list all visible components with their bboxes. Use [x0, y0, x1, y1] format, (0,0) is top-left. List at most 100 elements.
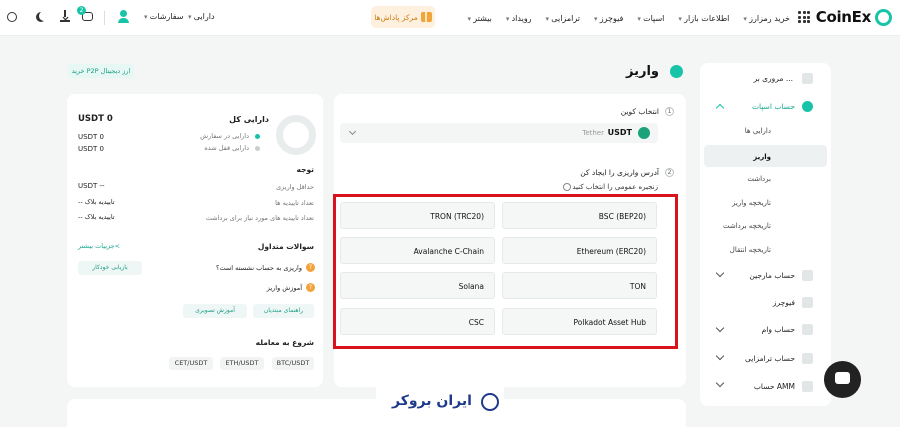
- auto-recovery-button[interactable]: بازیابی خودکار: [78, 261, 142, 275]
- locked-value: USDT 0: [78, 145, 104, 153]
- coinex-logo[interactable]: CoinEx: [816, 8, 892, 26]
- balance-donut-chart: [276, 115, 316, 155]
- nav-earn[interactable]: ترامزایی: [546, 14, 580, 23]
- info-icon[interactable]: [563, 183, 571, 191]
- withdraw-confirmations-value: -- تاییدیه بلاک: [78, 213, 115, 221]
- nav-events[interactable]: رویداد: [506, 14, 532, 23]
- sidebar-item-withdraw-history[interactable]: تاریخچه برداشت: [723, 222, 771, 230]
- watermark-logo-icon: [481, 393, 499, 411]
- locked-label: دارایی قفل شده: [204, 144, 249, 152]
- in-order-label: دارایی در سفارش: [200, 132, 249, 140]
- step-1-badge: 1: [665, 107, 674, 116]
- start-trading-title: شروع به معامله: [255, 338, 314, 347]
- in-order-dot: [255, 134, 260, 139]
- chevron-down-icon[interactable]: [715, 378, 725, 388]
- chevron-down-icon[interactable]: [715, 323, 725, 333]
- spot-account-icon: [802, 101, 813, 112]
- total-assets-title: دارایی کل: [229, 115, 269, 124]
- dark-mode-icon[interactable]: [39, 11, 49, 21]
- margin-icon: [802, 270, 813, 281]
- chevron-down-icon[interactable]: [715, 268, 725, 278]
- sidebar-item-loan[interactable]: حساب وام: [762, 325, 795, 334]
- confirmations-label: تعداد تاییدیه ها: [275, 199, 314, 207]
- sidebar-item-deposit-history[interactable]: تاریخچه واریز: [732, 199, 771, 207]
- user-avatar-icon[interactable]: [118, 10, 129, 23]
- network-solana-button[interactable]: Solana: [340, 272, 495, 299]
- loan-icon: [802, 324, 813, 335]
- sidebar-item-earn[interactable]: حساب ترامزایی: [745, 354, 795, 363]
- rewards-center-button[interactable]: مرکز پاداش‌ها: [371, 6, 435, 28]
- min-deposit-value: USDT --: [78, 182, 105, 190]
- network-bsc-button[interactable]: BSC (BEP20): [502, 202, 657, 229]
- sidebar-item-transfer-history[interactable]: تاریخچه انتقال: [730, 246, 771, 254]
- network-avalanche-button[interactable]: Avalanche C-Chain: [340, 237, 495, 264]
- in-order-value: USDT 0: [78, 133, 104, 141]
- video-tutorial-button[interactable]: آموزش تصویری: [183, 304, 247, 318]
- sidebar-item-spot-account[interactable]: حساب اسپات: [752, 102, 795, 111]
- sidebar-item-margin[interactable]: حساب مارجین: [749, 271, 795, 280]
- withdraw-confirmations-label: تعداد تاییدیه های مورد نیاز برای برداشت: [205, 214, 314, 222]
- sidebar-item-deposit[interactable]: واریز: [753, 153, 771, 161]
- network-polkadot-button[interactable]: Polkadot Asset Hub: [502, 308, 657, 335]
- tether-coin-icon: [638, 127, 650, 139]
- futures-icon: [802, 297, 813, 308]
- chevron-up-icon[interactable]: [715, 103, 725, 113]
- network-hint: زنجیره عمومی را انتخاب کنید: [572, 183, 658, 191]
- chevron-down-icon[interactable]: [715, 351, 725, 361]
- download-icon[interactable]: [60, 9, 70, 23]
- faq-more-link[interactable]: جزییات بیشتر<: [78, 242, 120, 250]
- overview-icon: [802, 73, 813, 84]
- sidebar-item-withdraw[interactable]: برداشت: [747, 175, 771, 183]
- coinex-logo-icon: [875, 8, 892, 26]
- sidebar-item-amm[interactable]: حساب AMM: [754, 382, 795, 391]
- network-tron-button[interactable]: TRON (TRC20): [340, 202, 495, 229]
- faq-title: سوالات متداول: [257, 242, 314, 251]
- nav-divider: [104, 11, 105, 25]
- help-icon: ?: [306, 283, 315, 292]
- buy-p2p-button[interactable]: خرید P2P ارز دیجیتال: [68, 64, 134, 78]
- step-2-label: آدرس واریزی را ایجاد کن: [580, 168, 659, 177]
- orders-menu[interactable]: سفارشات: [144, 12, 184, 21]
- language-globe-icon[interactable]: [7, 12, 17, 22]
- page-title: واریز: [626, 64, 659, 79]
- help-icon: ?: [306, 263, 315, 272]
- nav-buy-crypto[interactable]: خرید رمزارز: [743, 14, 790, 23]
- main-nav-links: خرید رمزارز اطلاعات بازار اسپات فیوچرز ت…: [468, 0, 790, 36]
- rewards-label: مرکز پاداش‌ها: [374, 12, 418, 22]
- chat-bubble-icon: [835, 372, 850, 384]
- sidebar-item-overview[interactable]: مروری بر ...: [754, 74, 793, 83]
- step-2-badge: 2: [665, 168, 674, 177]
- watermark-text: ایران بروکر: [392, 393, 472, 409]
- faq-deposit-tutorial[interactable]: آموزش واریز: [267, 284, 302, 292]
- earn-icon: [802, 353, 813, 364]
- nav-spot[interactable]: اسپات: [637, 14, 664, 23]
- beginner-guide-button[interactable]: راهنمای مبتدیان: [253, 304, 314, 318]
- apps-grid-icon[interactable]: [798, 11, 810, 23]
- nav-futures[interactable]: فیوچرز: [594, 14, 624, 23]
- pair-eth-usdt-button[interactable]: ETH/USDT: [220, 357, 264, 370]
- faq-deposit-not-credited[interactable]: واریزی به حساب نشسته است؟: [216, 264, 302, 272]
- network-csc-button[interactable]: CSC: [340, 308, 495, 335]
- nav-market-info[interactable]: اطلاعات بازار: [678, 14, 729, 23]
- coin-name: Tether: [582, 129, 604, 137]
- logo-text: CoinEx: [815, 8, 872, 26]
- sidebar-item-assets[interactable]: دارایی ها: [745, 127, 771, 135]
- confirmations-value: -- تاییدیه بلاک: [78, 198, 115, 206]
- coin-select-dropdown[interactable]: Tether USDT: [340, 123, 658, 143]
- pair-btc-usdt-button[interactable]: BTC/USDT: [272, 357, 314, 370]
- min-deposit-label: حداقل واریزی: [276, 183, 314, 191]
- notification-badge: 2: [77, 6, 86, 15]
- coin-symbol: USDT: [607, 128, 632, 137]
- notice-title: توجه: [296, 165, 314, 174]
- sidebar-item-futures[interactable]: فیوچرز: [773, 298, 795, 307]
- account-sidebar: مروری بر ... حساب اسپات دارایی ها واریز …: [700, 63, 831, 406]
- chevron-down-icon: [348, 127, 357, 136]
- amm-icon: [802, 381, 813, 392]
- total-assets-value: USDT 0: [78, 114, 113, 124]
- assets-menu[interactable]: دارایی: [188, 12, 215, 21]
- pair-cet-usdt-button[interactable]: CET/USDT: [169, 357, 213, 370]
- network-ton-button[interactable]: TON: [502, 272, 657, 299]
- deposit-title-icon: [670, 65, 683, 78]
- network-ethereum-button[interactable]: Ethereum (ERC20): [502, 237, 657, 264]
- nav-more[interactable]: بیشتر: [468, 14, 492, 23]
